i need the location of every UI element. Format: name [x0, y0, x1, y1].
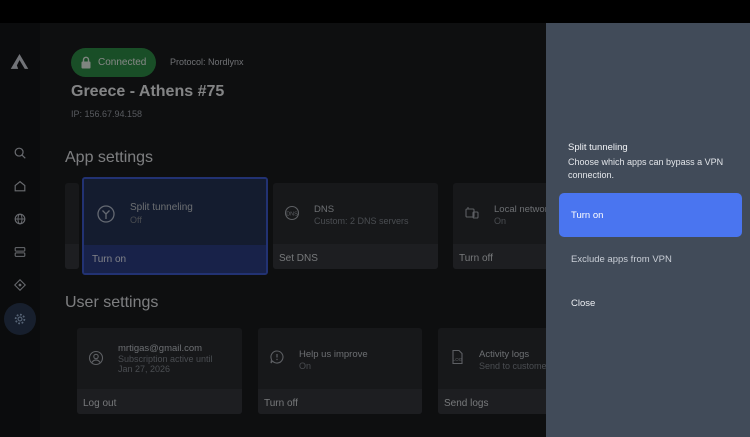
globe-icon [14, 213, 26, 225]
protocol-label: Protocol: Nordlynx [170, 57, 244, 67]
server-name: Greece - Athens #75 [71, 83, 225, 100]
search-icon [14, 147, 26, 159]
dns-card[interactable]: DNS DNS Custom: 2 DNS servers Set DNS [273, 183, 438, 269]
help-improve-action[interactable]: Turn off [258, 389, 422, 414]
turn-on-button[interactable]: Turn on [559, 193, 742, 237]
ip-address: IP: 156.67.94.158 [71, 109, 143, 119]
local-network-title: Local network [494, 204, 553, 215]
connection-status-badge: Connected [71, 48, 157, 77]
svg-text:LOG: LOG [453, 357, 463, 362]
sidebar-item-specialty-servers[interactable] [4, 236, 36, 268]
split-tunneling-action[interactable]: Turn on [84, 245, 266, 273]
user-settings-title: User settings [65, 294, 159, 311]
split-tunneling-icon [97, 205, 115, 223]
send-logs-action[interactable]: Send logs [438, 389, 563, 414]
split-tunneling-card[interactable]: Split tunneling Off Turn on [82, 177, 268, 275]
activity-logs-card[interactable]: LOG Activity logs Send to customer suppo… [438, 328, 563, 414]
help-improve-card-body: Help us improve On [258, 328, 422, 388]
split-tunneling-card-body: Split tunneling Off [84, 179, 266, 245]
app-settings-title: App settings [65, 149, 154, 166]
app-window: Connected Protocol: Nordlynx Greece - At… [0, 23, 750, 437]
exclude-apps-button[interactable]: Exclude apps from VPN [559, 237, 742, 281]
sidebar-item-home[interactable] [4, 170, 36, 202]
close-button[interactable]: Close [559, 281, 742, 325]
dns-status: Custom: 2 DNS servers [314, 216, 409, 226]
account-email: mrtigas@gmail.com [118, 343, 203, 354]
split-tunneling-status: Off [130, 215, 142, 225]
sidebar-item-settings[interactable] [4, 303, 36, 335]
activity-logs-card-body: LOG Activity logs Send to customer suppo… [438, 328, 563, 388]
lock-icon [81, 56, 91, 69]
sidebar-item-meshnet[interactable] [4, 269, 36, 301]
panel-description: Choose which apps can bypass a VPN conne… [568, 157, 724, 180]
top-black-bar [0, 0, 750, 23]
sidebar [0, 23, 40, 437]
dns-icon: DNS [284, 205, 300, 221]
local-network-status: On [494, 216, 507, 226]
subscription-status: Subscription active until [118, 354, 213, 364]
split-tunneling-panel: Split tunneling Choose which apps can by… [546, 23, 750, 437]
account-card-body: mrtigas@gmail.com Subscription active un… [77, 328, 242, 388]
user-icon [88, 350, 104, 366]
svg-text:DNS: DNS [286, 211, 298, 217]
dns-card-body: DNS DNS Custom: 2 DNS servers [273, 183, 438, 243]
servers-icon [14, 247, 26, 257]
home-icon [14, 180, 26, 192]
dns-action[interactable]: Set DNS [273, 244, 438, 269]
sidebar-item-countries[interactable] [4, 203, 36, 235]
help-improve-title: Help us improve [299, 349, 368, 360]
log-out-action[interactable]: Log out [77, 389, 242, 414]
local-network-icon [465, 207, 479, 219]
subscription-date: Jan 27, 2026 [118, 364, 171, 374]
sidebar-item-search[interactable] [4, 137, 36, 169]
activity-logs-title: Activity logs [479, 349, 530, 360]
panel-title: Split tunneling [568, 142, 628, 153]
nordvpn-logo-icon [10, 54, 29, 69]
connection-status-label: Connected [98, 57, 147, 68]
feedback-icon [270, 350, 284, 364]
app-settings-card-partial [65, 183, 79, 269]
help-improve-status: On [299, 361, 312, 371]
account-card[interactable]: mrtigas@gmail.com Subscription active un… [77, 328, 242, 414]
dns-title: DNS [314, 204, 335, 215]
help-improve-card[interactable]: Help us improve On Turn off [258, 328, 422, 414]
split-tunneling-title: Split tunneling [130, 202, 193, 213]
gear-icon [14, 313, 26, 325]
log-icon: LOG [452, 349, 463, 365]
meshnet-icon [14, 279, 26, 291]
card-partial-footer [65, 244, 79, 269]
